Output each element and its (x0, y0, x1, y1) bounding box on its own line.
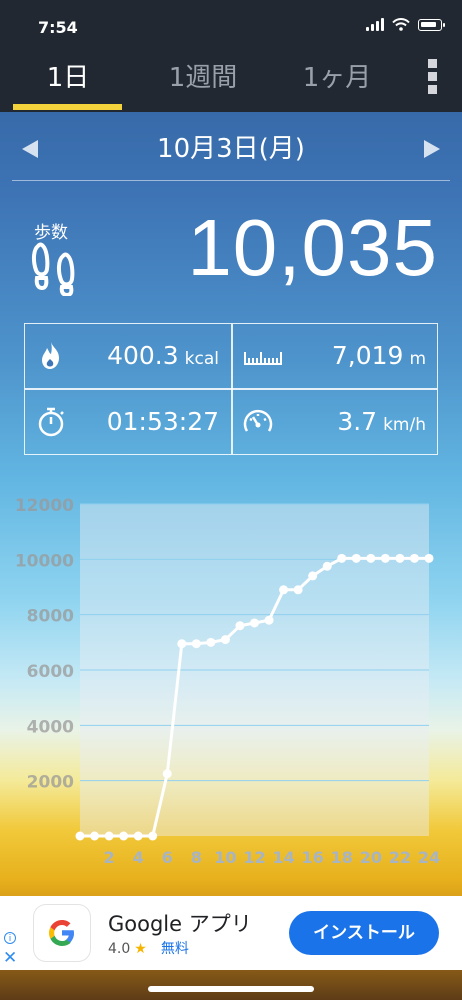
x-tick-label: 10 (214, 848, 236, 867)
chart-svg: 20004000600080001000012000 2 4 6 8 10 12 14 16 1… (15, 496, 440, 867)
distance-value: 7,019 (331, 341, 404, 370)
data-point (148, 831, 158, 841)
x-tick-label: 14 (272, 848, 294, 867)
data-point (191, 639, 201, 649)
wifi-icon (392, 18, 410, 31)
x-tick-label: 12 (243, 848, 265, 867)
ad-price: 無料 (160, 941, 189, 957)
data-point (235, 621, 245, 631)
signal-icon (366, 18, 384, 31)
data-point (293, 585, 303, 595)
data-point (308, 571, 318, 581)
ad-rating: 4.0 ★ 無料 (108, 938, 189, 958)
period-tabbar: 1日 1週間 1ヶ月 (0, 56, 462, 112)
stopwatch-icon (38, 407, 64, 437)
y-tick-label: 10000 (15, 551, 74, 571)
data-point (90, 831, 100, 841)
speed-value: 3.7 (337, 407, 378, 436)
google-logo-icon[interactable] (34, 905, 90, 961)
x-tick-label: 20 (360, 848, 382, 867)
data-point (322, 561, 332, 571)
footprints-icon (31, 242, 75, 296)
duration-cell: 01:53:27 (25, 390, 231, 454)
y-tick-label: 2000 (27, 773, 74, 793)
tab-week[interactable]: 1週間 (148, 56, 258, 112)
tab-month[interactable]: 1ヶ月 (282, 56, 392, 112)
data-point (337, 553, 347, 563)
metrics-grid: 400.3 kcal 7,019 m 01:53:27 3.7 km/h (24, 323, 438, 455)
y-tick-label: 12000 (15, 496, 74, 516)
x-tick-label: 2 (104, 848, 115, 867)
fire-icon (42, 342, 59, 369)
info-icon[interactable]: i (4, 932, 16, 944)
speed-unit: km/h (383, 415, 426, 435)
data-point (351, 553, 361, 563)
calories-value: 400.3 (107, 341, 179, 370)
ruler-icon (244, 352, 282, 365)
data-point (75, 831, 85, 841)
active-tab-indicator (13, 104, 122, 110)
x-tick-label: 8 (191, 848, 202, 867)
data-point (177, 639, 187, 649)
battery-icon (418, 18, 445, 31)
speedometer-icon (243, 409, 273, 432)
date-navigator: 10月3日(月) (0, 118, 462, 178)
x-tick-label: 22 (389, 848, 411, 867)
data-point (133, 831, 143, 841)
distance-cell: 7,019 m (232, 324, 438, 388)
home-indicator[interactable] (148, 986, 314, 992)
distance-unit: m (409, 349, 426, 369)
hourly-steps-chart: 2000 4000 6000 8000 10000 12000 2 4 6 8 10 12 14 16 1… (0, 490, 462, 880)
data-point (395, 553, 405, 563)
ad-rating-value: 4.0 (108, 941, 131, 957)
divider (12, 180, 450, 181)
duration-value: 01:53:27 (106, 407, 219, 436)
data-point (366, 553, 376, 563)
status-time: 7:54 (38, 18, 78, 37)
close-icon[interactable]: ✕ (3, 948, 17, 968)
data-point (162, 769, 172, 779)
data-point (250, 618, 259, 628)
x-tick-label: 4 (133, 848, 144, 867)
star-icon: ★ (134, 941, 147, 957)
ad-title[interactable]: Google アプリ (108, 908, 252, 938)
data-point (264, 615, 274, 625)
x-tick-label: 18 (331, 848, 353, 867)
x-tick-label: 16 (302, 848, 324, 867)
ad-banner[interactable]: i ✕ Google アプリ 4.0 ★ 無料 インストール (0, 896, 462, 970)
data-point (119, 831, 129, 841)
status-bar: 7:54 (0, 0, 462, 56)
y-tick-label: 4000 (27, 717, 74, 737)
date-label: 10月3日(月) (157, 134, 305, 164)
data-point (104, 831, 114, 841)
data-point (206, 637, 216, 647)
y-tick-label: 8000 (27, 607, 74, 627)
next-day-arrow-icon[interactable] (424, 140, 440, 158)
status-icons (366, 18, 445, 31)
more-menu-icon[interactable] (420, 56, 444, 96)
data-point (409, 553, 419, 563)
steps-value: 10,035 (187, 203, 438, 292)
install-button[interactable]: インストール (289, 911, 439, 955)
data-point (424, 553, 434, 563)
data-point (380, 553, 390, 563)
calories-cell: 400.3 kcal (25, 324, 231, 388)
x-tick-label: 6 (162, 848, 173, 867)
y-tick-label: 6000 (27, 662, 74, 682)
data-point (279, 585, 289, 595)
calories-unit: kcal (184, 349, 219, 369)
data-point (220, 635, 230, 645)
speed-cell: 3.7 km/h (232, 390, 438, 454)
x-tick-label: 24 (418, 848, 440, 867)
